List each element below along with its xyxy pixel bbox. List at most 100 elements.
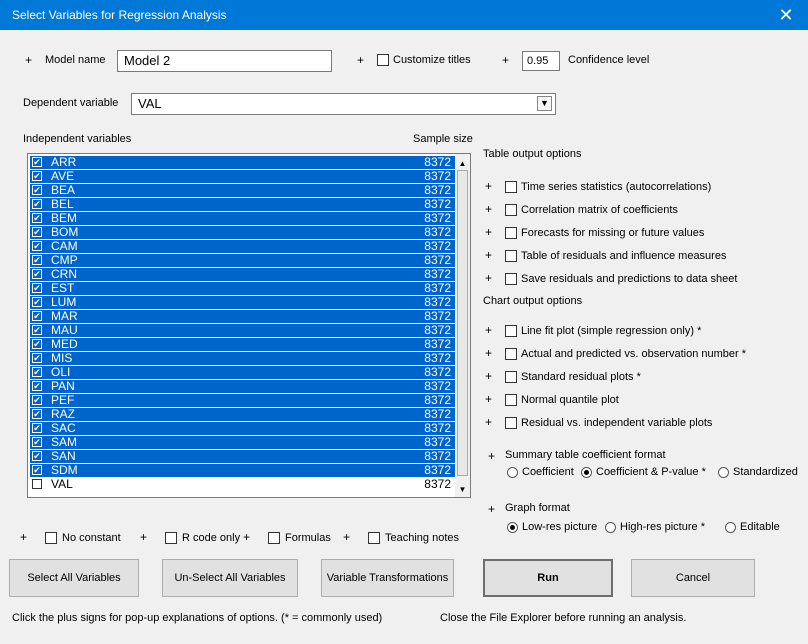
bottom-option-help-plus[interactable]: + (343, 531, 350, 543)
chart-option-help-plus[interactable]: + (485, 324, 492, 336)
graph-format-radio[interactable] (605, 522, 616, 533)
list-item-checkbox[interactable]: ✔ (32, 367, 42, 377)
select-all-variables-button[interactable]: Select All Variables (9, 559, 139, 597)
list-item[interactable]: ✔ MAR 8372 (30, 310, 455, 323)
list-scrollbar[interactable]: ▲ ▼ (455, 154, 470, 497)
list-item[interactable]: ✔ MIS 8372 (30, 352, 455, 365)
scroll-down-icon[interactable]: ▼ (456, 483, 469, 496)
list-item-checkbox[interactable]: ✔ (32, 353, 42, 363)
list-item[interactable]: ✔ CMP 8372 (30, 254, 455, 267)
list-item-checkbox[interactable]: ✔ (32, 451, 42, 461)
graph-format-help-plus[interactable]: + (488, 503, 495, 515)
confidence-help-plus[interactable]: + (502, 54, 509, 66)
list-item[interactable]: ✔ SAC 8372 (30, 422, 455, 435)
list-item[interactable]: VAL 8372 (30, 478, 455, 491)
table-option-help-plus[interactable]: + (485, 180, 492, 192)
scroll-up-icon[interactable]: ▲ (456, 157, 469, 170)
list-item[interactable]: ✔ PEF 8372 (30, 394, 455, 407)
chart-option-checkbox[interactable] (505, 417, 517, 429)
close-icon[interactable]: ✕ (764, 0, 808, 30)
bottom-option-checkbox[interactable] (165, 532, 177, 544)
bottom-option-help-plus[interactable]: + (140, 531, 147, 543)
list-item-checkbox[interactable]: ✔ (32, 395, 42, 405)
list-item-checkbox[interactable]: ✔ (32, 171, 42, 181)
table-option-checkbox[interactable] (505, 204, 517, 216)
list-item-checkbox[interactable]: ✔ (32, 269, 42, 279)
list-item[interactable]: ✔ BEM 8372 (30, 212, 455, 225)
list-item-checkbox[interactable]: ✔ (32, 381, 42, 391)
list-item[interactable]: ✔ AVE 8372 (30, 170, 455, 183)
list-item-checkbox[interactable]: ✔ (32, 185, 42, 195)
table-option-checkbox[interactable] (505, 181, 517, 193)
table-option-checkbox[interactable] (505, 227, 517, 239)
list-item[interactable]: ✔ RAZ 8372 (30, 408, 455, 421)
model-name-input[interactable]: Model 2 (117, 50, 332, 72)
bottom-option-checkbox[interactable] (368, 532, 380, 544)
list-item[interactable]: ✔ BOM 8372 (30, 226, 455, 239)
chart-option-checkbox[interactable] (505, 394, 517, 406)
bottom-option-help-plus[interactable]: + (20, 531, 27, 543)
list-item[interactable]: ✔ CRN 8372 (30, 268, 455, 281)
table-option-help-plus[interactable]: + (485, 226, 492, 238)
model-name-help-plus[interactable]: + (25, 54, 32, 66)
customize-titles-help-plus[interactable]: + (357, 54, 364, 66)
dependent-variable-select[interactable]: VAL ▼ (131, 93, 556, 115)
graph-format-radio[interactable] (507, 522, 518, 533)
list-item[interactable]: ✔ BEA 8372 (30, 184, 455, 197)
list-item-checkbox[interactable]: ✔ (32, 283, 42, 293)
table-option-help-plus[interactable]: + (485, 203, 492, 215)
chart-option-checkbox[interactable] (505, 348, 517, 360)
bottom-option-help-plus[interactable]: + (243, 531, 250, 543)
list-item-checkbox[interactable]: ✔ (32, 423, 42, 433)
chart-option-help-plus[interactable]: + (485, 416, 492, 428)
list-item[interactable]: ✔ SAM 8372 (30, 436, 455, 449)
chart-option-help-plus[interactable]: + (485, 393, 492, 405)
unselect-all-variables-button[interactable]: Un-Select All Variables (162, 559, 298, 597)
chart-option-checkbox[interactable] (505, 371, 517, 383)
list-item-checkbox[interactable]: ✔ (32, 339, 42, 349)
list-item-checkbox[interactable]: ✔ (32, 255, 42, 265)
coef-format-radio[interactable] (581, 467, 592, 478)
list-item[interactable]: ✔ LUM 8372 (30, 296, 455, 309)
list-item[interactable]: ✔ EST 8372 (30, 282, 455, 295)
list-item[interactable]: ✔ BEL 8372 (30, 198, 455, 211)
list-item-checkbox[interactable]: ✔ (32, 311, 42, 321)
list-item-checkbox[interactable]: ✔ (32, 227, 42, 237)
chevron-down-icon[interactable]: ▼ (537, 96, 552, 111)
cancel-button[interactable]: Cancel (631, 559, 755, 597)
table-option-help-plus[interactable]: + (485, 272, 492, 284)
list-item[interactable]: ✔ CAM 8372 (30, 240, 455, 253)
list-item-checkbox[interactable]: ✔ (32, 325, 42, 335)
list-item[interactable]: ✔ ARR 8372 (30, 156, 455, 169)
chart-option-help-plus[interactable]: + (485, 370, 492, 382)
list-item-checkbox[interactable]: ✔ (32, 465, 42, 475)
list-item[interactable]: ✔ SAN 8372 (30, 450, 455, 463)
bottom-option-checkbox[interactable] (45, 532, 57, 544)
chart-option-help-plus[interactable]: + (485, 347, 492, 359)
list-item-checkbox[interactable]: ✔ (32, 213, 42, 223)
list-item[interactable]: ✔ MED 8372 (30, 338, 455, 351)
independent-variables-list[interactable]: ✔ ARR 8372 ✔ AVE 8372 ✔ BEA 8372 ✔ BEL 8372 ✔ BEM 8372… (27, 153, 471, 498)
list-item[interactable]: ✔ SDM 8372 (30, 464, 455, 477)
list-item-checkbox[interactable]: ✔ (32, 409, 42, 419)
list-item[interactable]: ✔ OLI 8372 (30, 366, 455, 379)
bottom-option-checkbox[interactable] (268, 532, 280, 544)
run-button[interactable]: Run (483, 559, 613, 597)
table-option-help-plus[interactable]: + (485, 249, 492, 261)
list-item[interactable]: ✔ MAU 8372 (30, 324, 455, 337)
customize-titles-checkbox[interactable] (377, 54, 389, 66)
table-option-checkbox[interactable] (505, 273, 517, 285)
coef-format-radio[interactable] (507, 467, 518, 478)
list-item-checkbox[interactable]: ✔ (32, 157, 42, 167)
list-item-checkbox[interactable]: ✔ (32, 297, 42, 307)
list-item-checkbox[interactable]: ✔ (32, 241, 42, 251)
variable-transformations-button[interactable]: Variable Transformations (321, 559, 454, 597)
list-item-checkbox[interactable]: ✔ (32, 199, 42, 209)
list-item-checkbox[interactable] (32, 479, 42, 489)
list-item[interactable]: ✔ PAN 8372 (30, 380, 455, 393)
coef-format-radio[interactable] (718, 467, 729, 478)
scroll-thumb[interactable] (457, 170, 468, 476)
chart-option-checkbox[interactable] (505, 325, 517, 337)
confidence-level-input[interactable]: 0.95 (522, 51, 560, 71)
coef-format-help-plus[interactable]: + (488, 450, 495, 462)
